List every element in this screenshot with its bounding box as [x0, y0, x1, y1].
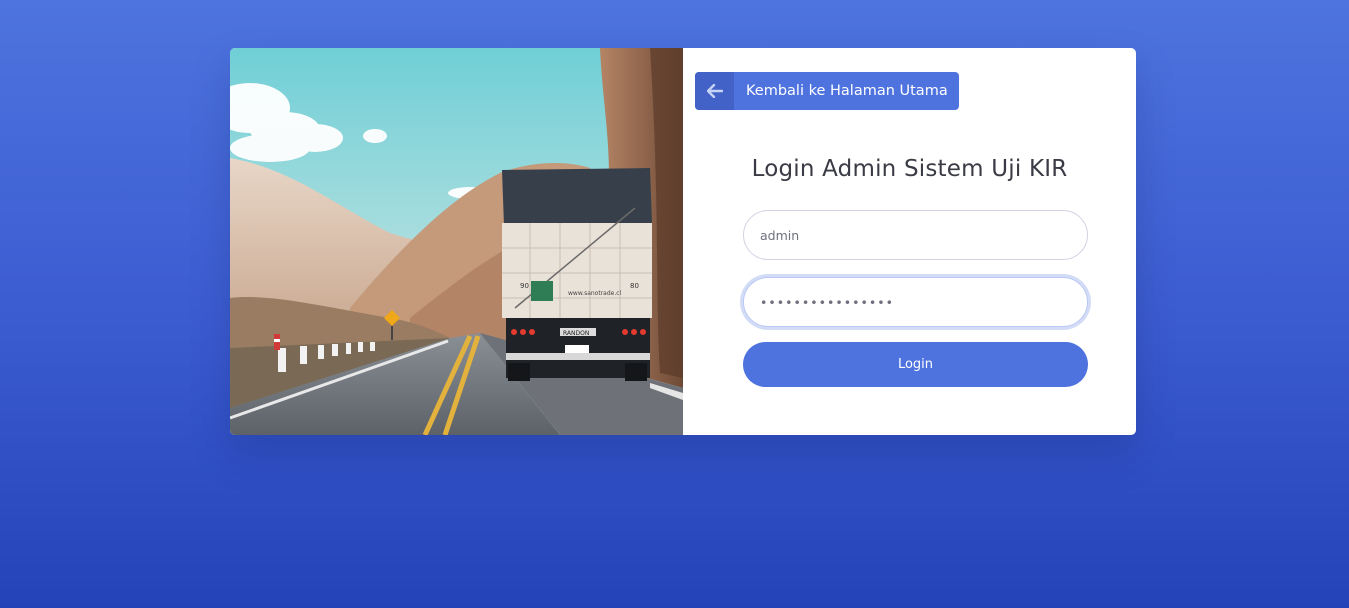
password-input[interactable]: [743, 277, 1088, 327]
arrow-left-icon: [695, 72, 734, 110]
username-input[interactable]: [743, 210, 1088, 260]
login-card: 90 80 www.sanotrade.cl RANDON Kembali ke…: [230, 48, 1136, 435]
login-button[interactable]: Login: [743, 342, 1088, 387]
svg-text:80: 80: [630, 282, 639, 290]
page-title: Login Admin Sistem Uji KIR: [751, 156, 1068, 182]
svg-text:RANDON: RANDON: [563, 330, 589, 337]
back-to-home-label: Kembali ke Halaman Utama: [746, 83, 948, 99]
truck: 90 80 www.sanotrade.cl RANDON: [502, 168, 652, 381]
hero-image: 90 80 www.sanotrade.cl RANDON: [230, 48, 683, 435]
svg-text:www.sanotrade.cl: www.sanotrade.cl: [568, 290, 622, 297]
svg-text:90: 90: [520, 282, 529, 290]
back-to-home-button[interactable]: Kembali ke Halaman Utama: [695, 72, 959, 110]
login-panel: Kembali ke Halaman Utama Login Admin Sis…: [683, 48, 1136, 435]
